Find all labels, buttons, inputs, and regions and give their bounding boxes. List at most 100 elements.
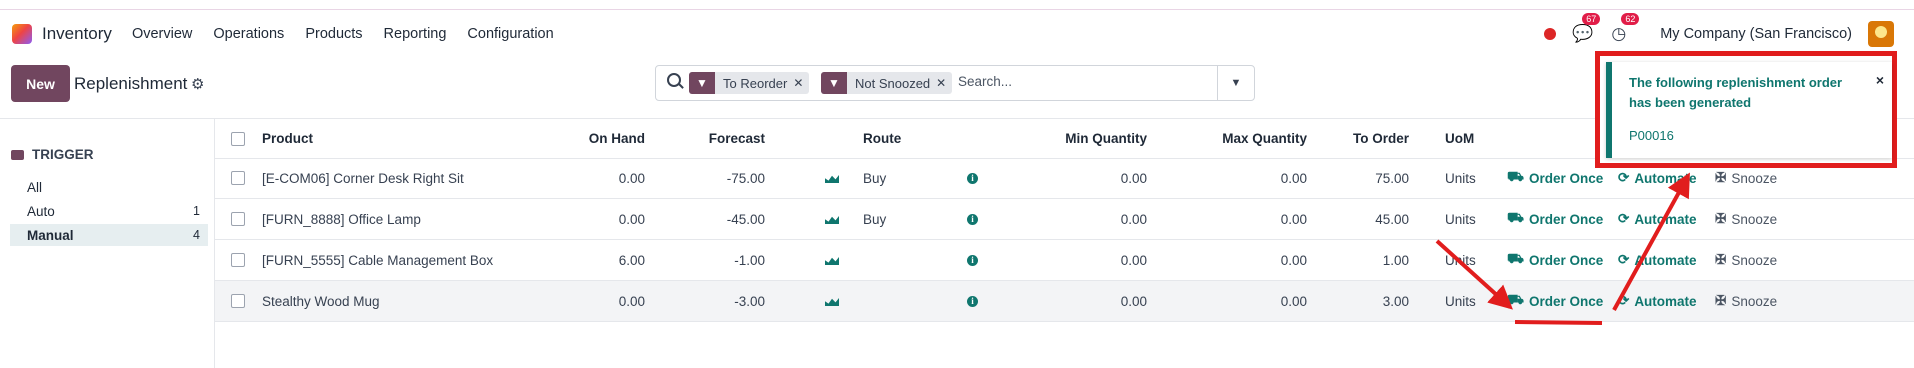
max-quantity-value[interactable]: 0.00 (1147, 281, 1307, 321)
forecast-chart-icon[interactable] (825, 214, 839, 224)
snooze-button[interactable]: ✠ Snooze (1715, 199, 1777, 239)
order-once-button[interactable]: ⛟ Order Once (1507, 199, 1603, 239)
filter-icon: ▼ (689, 72, 715, 94)
table-row[interactable]: Stealthy Wood Mug 0.00 -3.00 i 0.00 0.00… (215, 281, 1914, 322)
product-name: [FURN_5555] Cable Management Box (262, 252, 494, 268)
menu-products[interactable]: Products (305, 26, 362, 42)
trigger-item-label: All (27, 179, 43, 195)
facet-remove-icon[interactable]: ✕ (793, 76, 809, 90)
refresh-icon: ⟳ (1618, 293, 1630, 308)
header-forecast[interactable]: Forecast (615, 119, 765, 158)
order-once-button[interactable]: ⛟ Order Once (1507, 240, 1603, 280)
bell-slash-icon: ✠ (1715, 211, 1727, 226)
snooze-label: Snooze (1731, 211, 1778, 227)
min-quantity-value[interactable]: 0.00 (915, 281, 1147, 321)
activities-badge: 62 (1621, 13, 1640, 25)
recording-dot-icon[interactable] (1544, 28, 1557, 40)
facet-remove-icon[interactable]: ✕ (936, 76, 952, 90)
max-quantity-value[interactable]: 0.00 (1147, 199, 1307, 239)
row-checkbox[interactable] (231, 294, 245, 308)
header-to-order[interactable]: To Order (1307, 119, 1409, 158)
menu-operations[interactable]: Operations (213, 26, 284, 42)
new-button[interactable]: New (11, 65, 70, 102)
activities-clock-icon[interactable]: ◷ 62 (1611, 13, 1640, 44)
product-name: [FURN_8888] Office Lamp (262, 211, 421, 227)
automate-button[interactable]: ⟳ Automate (1618, 199, 1697, 239)
min-quantity-value[interactable]: 0.00 (915, 240, 1147, 280)
forecast-chart-icon[interactable] (825, 173, 839, 183)
order-once-label: Order Once (1528, 293, 1604, 309)
min-quantity-value[interactable]: 0.00 (915, 199, 1147, 239)
to-order-value[interactable]: 1.00 (1307, 240, 1409, 280)
trigger-item-label: Manual (27, 227, 74, 243)
header-min-quantity[interactable]: Min Quantity (915, 119, 1147, 158)
select-all-checkbox[interactable] (231, 131, 245, 146)
forecast-chart-icon[interactable] (825, 255, 839, 265)
header-route[interactable]: Route (863, 119, 901, 158)
messages-badge: 67 (1582, 13, 1601, 25)
order-once-label: Order Once (1528, 211, 1604, 227)
facet-label: Not Snoozed (855, 75, 931, 91)
search-bar: ▼ To Reorder ✕ ▼ Not Snoozed ✕ ▼ (655, 65, 1255, 101)
uom-value: Units (1445, 293, 1476, 309)
uom-value: Units (1445, 252, 1476, 268)
annotation-highlight-box: The following replenishment order has be… (1595, 51, 1897, 168)
row-checkbox[interactable] (231, 212, 245, 226)
trigger-item-auto[interactable]: Auto 1 (10, 200, 208, 222)
max-quantity-value[interactable]: 0.00 (1147, 240, 1307, 280)
row-checkbox[interactable] (231, 253, 245, 267)
table-row[interactable]: [FURN_8888] Office Lamp 0.00 -45.00 Buy … (215, 199, 1914, 240)
forecast-value: -75.00 (726, 170, 765, 186)
trigger-item-count: 4 (193, 228, 200, 242)
menu-reporting[interactable]: Reporting (384, 26, 447, 42)
to-order-value[interactable]: 75.00 (1307, 158, 1409, 198)
header-product[interactable]: Product (262, 119, 313, 158)
table-row[interactable]: [FURN_5555] Cable Management Box 6.00 -1… (215, 240, 1914, 281)
to-order-value[interactable]: 3.00 (1307, 281, 1409, 321)
search-icon[interactable] (667, 73, 681, 87)
menu-overview[interactable]: Overview (132, 26, 192, 42)
min-quantity-value[interactable]: 0.00 (915, 158, 1147, 198)
notification-order-link[interactable]: P00016 (1629, 128, 1674, 143)
bell-slash-icon: ✠ (1715, 293, 1727, 308)
close-icon[interactable]: × (1876, 72, 1884, 88)
refresh-icon: ⟳ (1618, 211, 1630, 226)
row-checkbox[interactable] (231, 171, 245, 185)
order-once-button[interactable]: ⛟ Order Once (1507, 158, 1603, 198)
trigger-title-label: TRIGGER (32, 147, 94, 162)
messages-icon[interactable]: 💬 67 (1572, 13, 1601, 44)
bell-slash-icon: ✠ (1715, 170, 1727, 185)
header-max-quantity[interactable]: Max Quantity (1147, 119, 1307, 158)
app-brand[interactable]: Inventory (12, 24, 112, 44)
order-once-label: Order Once (1528, 170, 1604, 186)
snooze-button[interactable]: ✠ Snooze (1715, 240, 1777, 280)
trigger-item-count: 1 (193, 204, 200, 218)
automate-label: Automate (1634, 211, 1697, 227)
snooze-button[interactable]: ✠ Snooze (1715, 281, 1777, 321)
app-name: Inventory (42, 24, 112, 43)
forecast-chart-icon[interactable] (825, 296, 839, 306)
trigger-item-all[interactable]: All (10, 176, 208, 198)
trigger-item-manual[interactable]: Manual 4 (10, 224, 208, 246)
automate-button[interactable]: ⟳ Automate (1618, 240, 1697, 280)
company-switcher[interactable]: My Company (San Francisco) (1660, 26, 1852, 42)
automate-label: Automate (1634, 252, 1697, 268)
facet-to-reorder: ▼ To Reorder ✕ (689, 72, 810, 94)
route-value: Buy (863, 170, 887, 186)
search-options-toggle[interactable]: ▼ (1217, 66, 1254, 100)
menu-configuration[interactable]: Configuration (467, 26, 553, 42)
automate-button[interactable]: ⟳ Automate (1618, 281, 1697, 321)
to-order-value[interactable]: 45.00 (1307, 199, 1409, 239)
user-avatar[interactable] (1868, 21, 1894, 47)
order-once-button[interactable]: ⛟ Order Once (1507, 281, 1603, 321)
max-quantity-value[interactable]: 0.00 (1147, 158, 1307, 198)
header-uom[interactable]: UoM (1445, 119, 1474, 158)
uom-value: Units (1445, 211, 1476, 227)
gear-icon[interactable]: ⚙ (191, 75, 204, 93)
caret-down-icon: ▼ (1230, 77, 1242, 89)
trigger-item-label: Auto (27, 203, 55, 219)
snooze-label: Snooze (1731, 170, 1778, 186)
automate-label: Automate (1634, 293, 1697, 309)
search-input[interactable] (956, 73, 1200, 90)
truck-icon: ⛟ (1507, 251, 1524, 266)
